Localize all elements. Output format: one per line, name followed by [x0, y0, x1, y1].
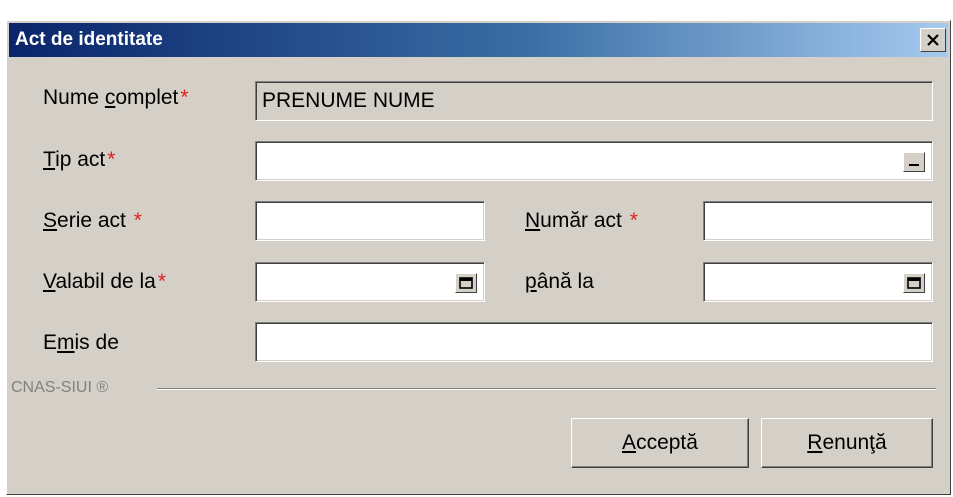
number-field[interactable] — [703, 201, 933, 241]
brand-label: CNAS-SIUI ® — [11, 378, 115, 398]
valid-to-field[interactable] — [703, 262, 933, 302]
calendar-icon — [907, 277, 921, 289]
doc-type-field[interactable] — [255, 141, 933, 181]
doc-type-select-button[interactable] — [903, 152, 925, 172]
cancel-button-label: enunţă — [822, 431, 887, 454]
title-bar[interactable]: Act de identitate — [9, 23, 948, 57]
number-label: Număr act * — [525, 209, 638, 232]
dialog-title: Act de identitate — [15, 29, 163, 50]
full-name-value: PRENUME NUME — [262, 89, 435, 112]
calendar-icon — [459, 277, 473, 289]
valid-to-calendar-button[interactable] — [903, 273, 925, 293]
issued-by-field[interactable] — [255, 322, 933, 362]
cancel-button[interactable]: Renunţă — [761, 418, 933, 468]
cancel-button-accel: R — [807, 431, 823, 454]
close-button[interactable] — [920, 28, 946, 52]
footer-separator — [157, 388, 936, 390]
valid-from-field[interactable] — [255, 262, 485, 302]
accept-button[interactable]: Acceptă — [571, 418, 749, 468]
valid-from-label: Valabil de la* — [43, 270, 167, 293]
series-label: Serie act * — [43, 209, 142, 232]
accept-button-accel: A — [622, 431, 637, 454]
identity-document-dialog: Act de identitate Nume complet* PRENUME … — [6, 20, 951, 495]
accept-button-label: cceptă — [636, 431, 698, 454]
full-name-label: Nume complet* — [43, 86, 189, 109]
doc-type-label: Tip act* — [43, 148, 116, 171]
close-icon — [927, 34, 939, 46]
series-field[interactable] — [255, 201, 485, 241]
valid-from-calendar-button[interactable] — [455, 273, 477, 293]
dropdown-ellipsis-icon — [909, 164, 919, 166]
issued-by-label: Emis de — [43, 331, 119, 354]
full-name-field: PRENUME NUME — [255, 81, 933, 121]
valid-to-label: până la — [525, 270, 594, 293]
